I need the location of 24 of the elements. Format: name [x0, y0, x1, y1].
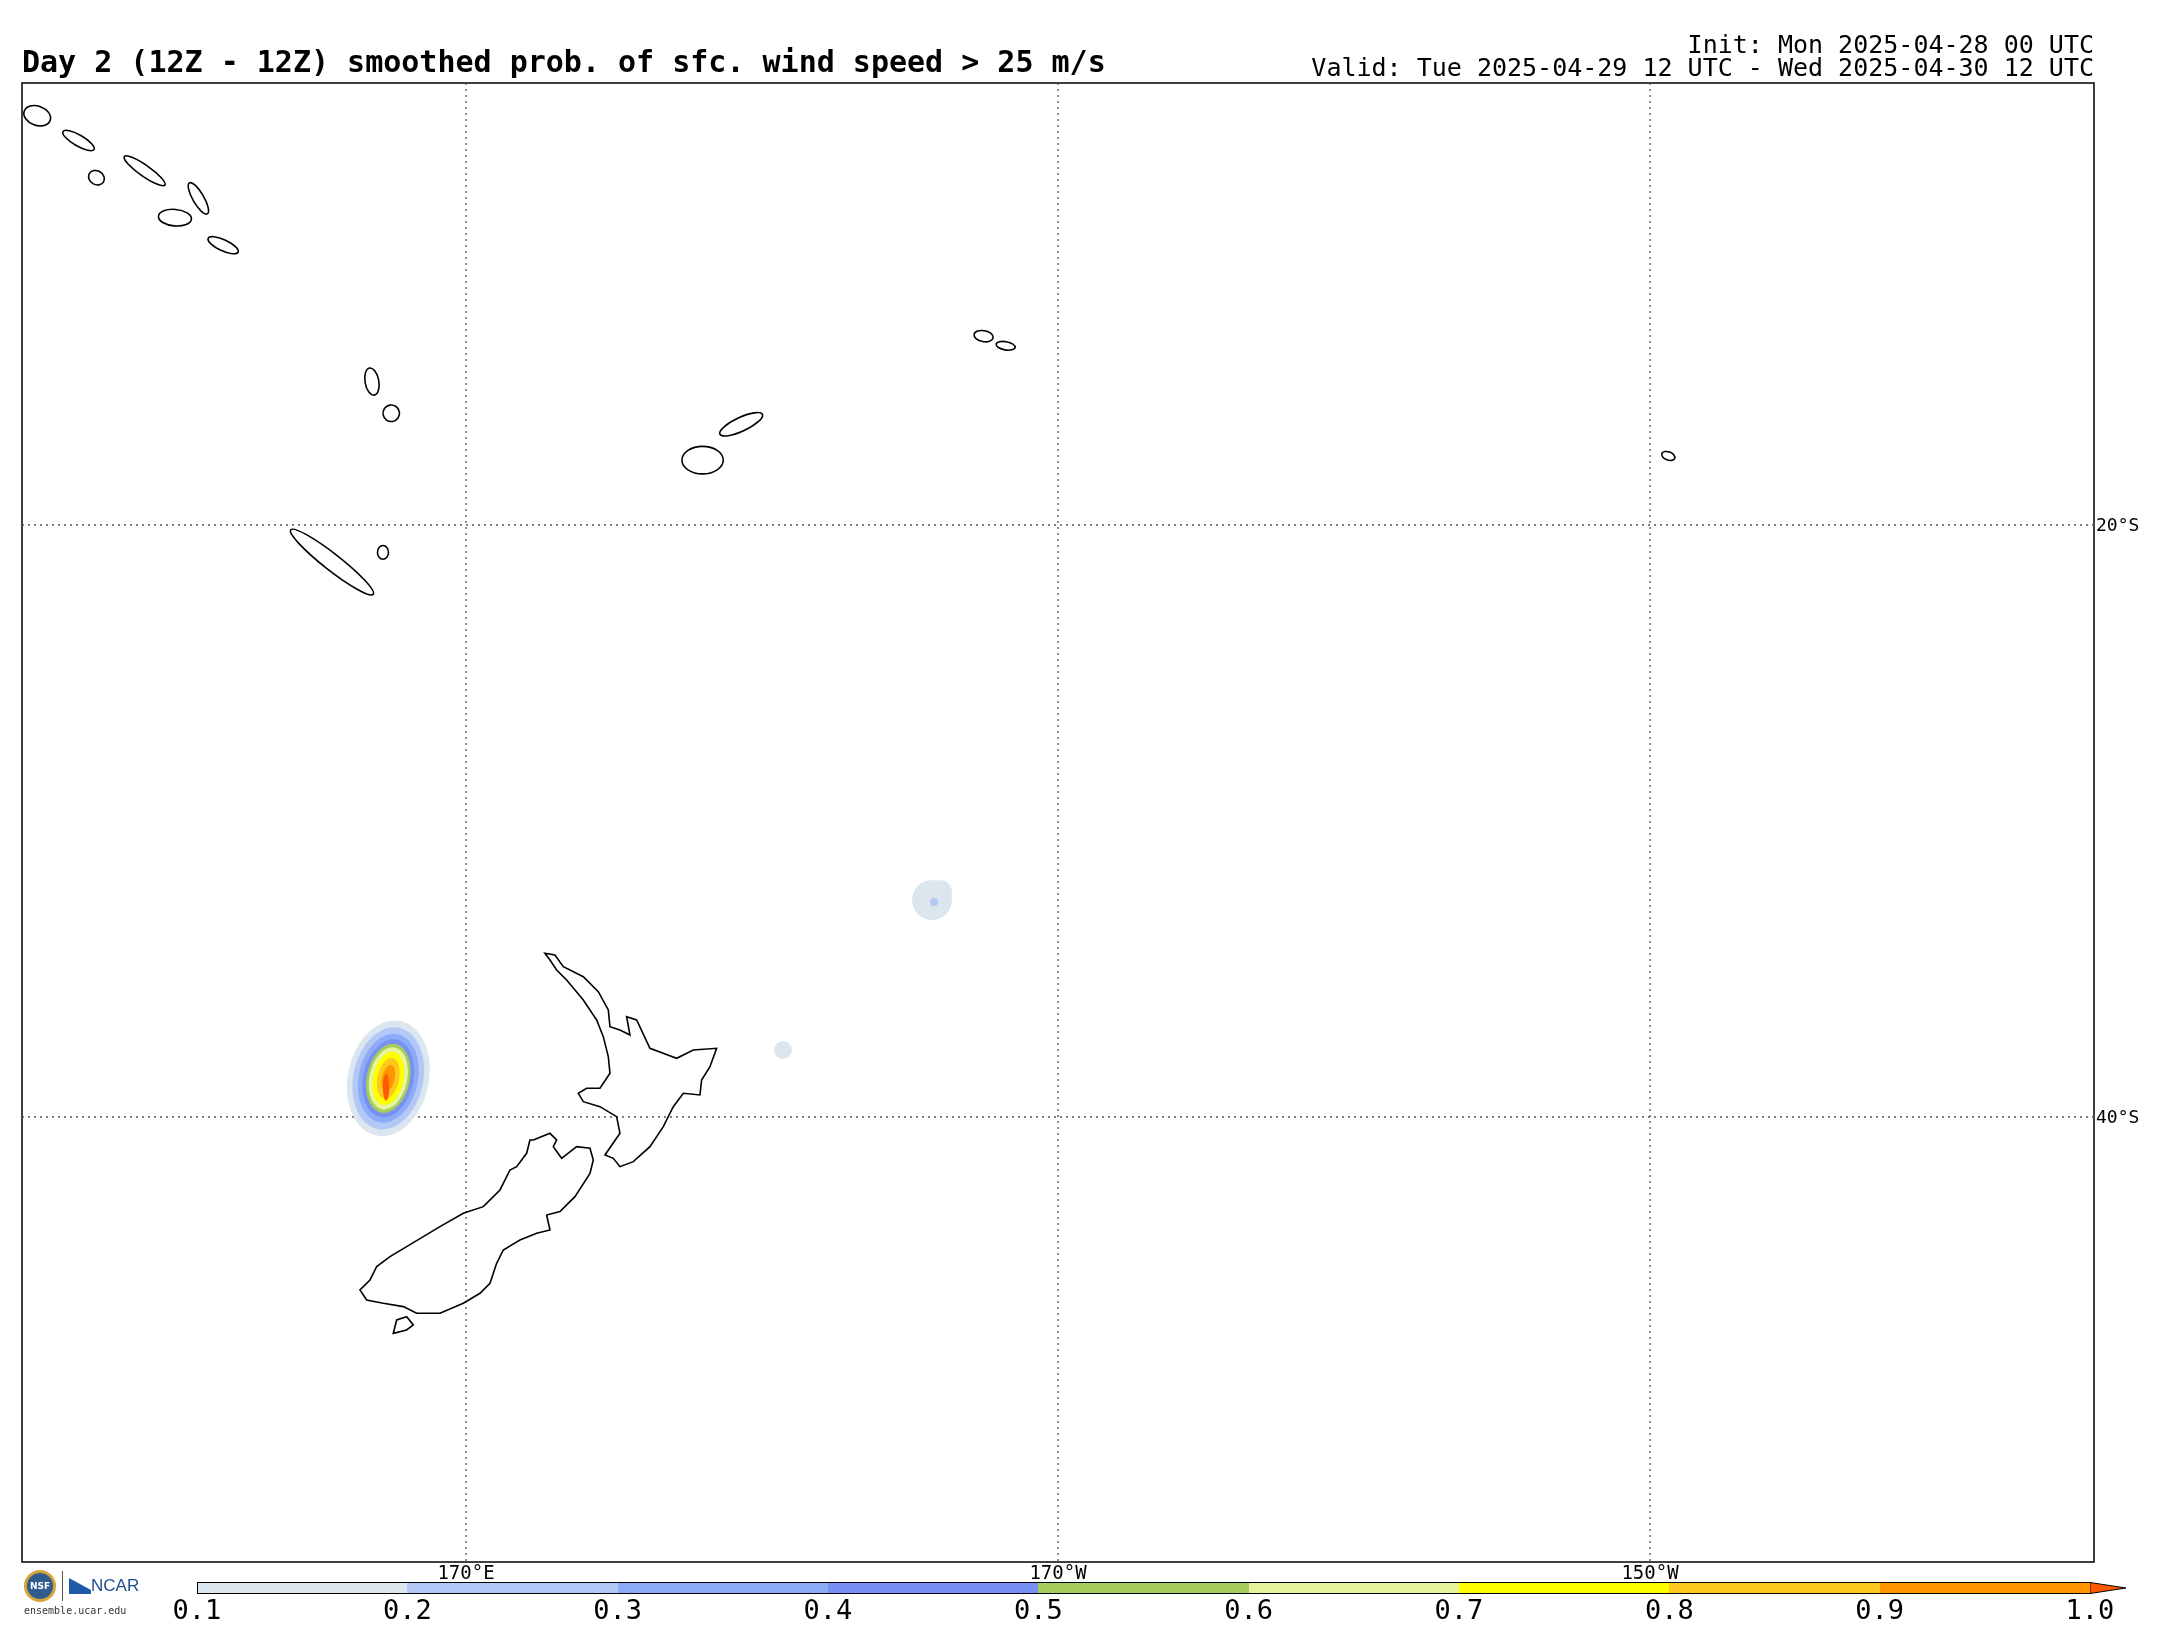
longitude-label: 170°E [437, 1562, 495, 1582]
latitude-label: 20°S [2096, 514, 2140, 535]
colorbar-tick-label: 0.9 [1855, 1596, 1905, 1624]
colorbar-tick-label: 1.0 [2065, 1596, 2115, 1624]
longitude-label: 150°W [1621, 1562, 1679, 1582]
longitude-label: 170°W [1029, 1562, 1087, 1582]
colorbar-tick-label: 0.8 [1644, 1596, 1694, 1624]
logo-name: NCAR [91, 1576, 140, 1596]
probability-contour-drawing [912, 880, 952, 920]
colorbar-tick-label: 0.7 [1434, 1596, 1484, 1624]
colorbar-tick-label: 0.4 [803, 1596, 853, 1624]
seal-logo: NSF [24, 1570, 56, 1602]
colorbar-tick-label: 0.2 [382, 1596, 432, 1624]
init-time: Init: Mon 2025-04-28 00 UTC [1686, 33, 2094, 56]
probability-contour-drawing [774, 1041, 792, 1059]
latitude-label: 40°S [2096, 1106, 2140, 1127]
colorbar-tick-label: 0.5 [1013, 1596, 1063, 1624]
colorbar-tick-label: 0.6 [1224, 1596, 1274, 1624]
map-title: Day 2 (12Z - 12Z) smoothed prob. of sfc. wind speed > 25 m/s [22, 43, 1106, 81]
colorbar-tick-label: 0.3 [593, 1596, 643, 1624]
colorbar-tick-label: 0.1 [172, 1596, 222, 1624]
logo-url: ensemble.ucar.edu [24, 1604, 128, 1618]
valid-time: Valid: Tue 2025-04-29 12 UTC - Wed 2025-04-30 12 UTC [1311, 56, 2094, 79]
flag-logo-icon [69, 1578, 91, 1594]
